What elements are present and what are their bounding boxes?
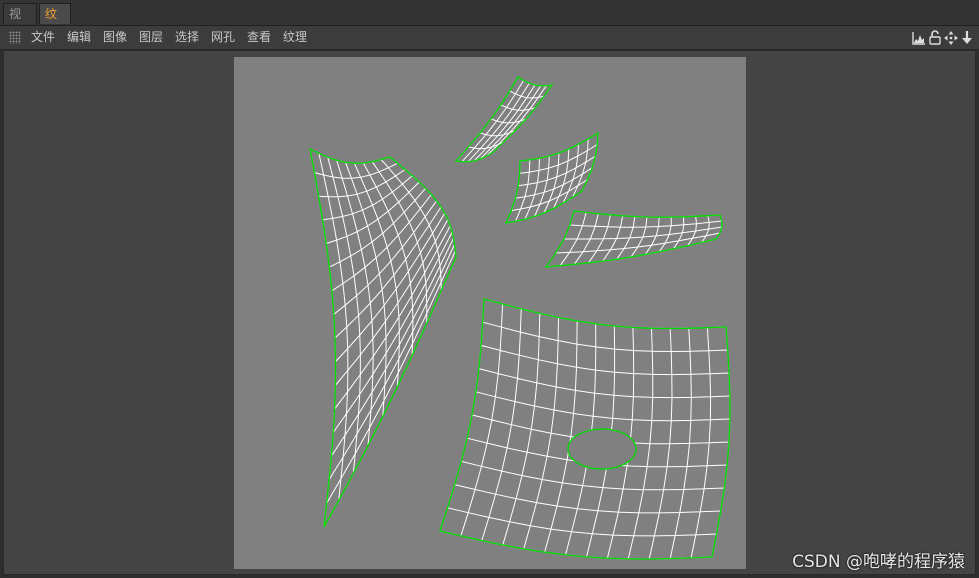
menu-edit[interactable]: 编辑 — [67, 26, 91, 49]
island-border — [309, 147, 457, 528]
mesh-lines — [545, 210, 723, 268]
uv-island-large — [439, 298, 731, 560]
uv-canvas[interactable] — [234, 57, 746, 569]
tab-view[interactable]: 视图 — [3, 3, 37, 42]
uv-island-hole — [567, 428, 637, 470]
histogram-icon[interactable] — [912, 28, 926, 47]
watermark-text: CSDN @咆哮的程序猿 — [792, 552, 965, 572]
lock-icon[interactable] — [928, 28, 942, 47]
mesh-lines — [309, 148, 457, 528]
download-arrow-icon[interactable] — [960, 28, 974, 47]
move-icon[interactable] — [944, 28, 958, 47]
uv-island-small-3 — [544, 210, 723, 268]
toolbar — [912, 28, 974, 47]
menu-mesh[interactable]: 网孔 — [211, 26, 235, 49]
menu-layer[interactable]: 图层 — [139, 26, 163, 49]
menu-image[interactable]: 图像 — [103, 26, 127, 49]
uv-island-small-1 — [454, 76, 554, 163]
menu-texture[interactable]: 纹理 — [283, 26, 307, 49]
menu-view[interactable]: 查看 — [247, 26, 271, 49]
mesh-lines — [439, 298, 731, 560]
menu-file[interactable]: 文件 — [31, 26, 55, 49]
menu-bar: 文件 编辑 图像 图层 选择 网孔 查看 纹理 — [0, 26, 979, 50]
tab-bar: 视图 纹理 — [0, 0, 979, 42]
island-border — [439, 298, 731, 560]
menu-select[interactable]: 选择 — [175, 26, 199, 49]
grip-icon[interactable] — [9, 31, 21, 44]
uv-mesh — [309, 76, 731, 560]
tab-texture[interactable]: 纹理 — [39, 3, 71, 42]
mesh-lines — [455, 76, 553, 163]
uv-island-small-2 — [504, 131, 599, 224]
uv-island-face — [309, 147, 457, 528]
